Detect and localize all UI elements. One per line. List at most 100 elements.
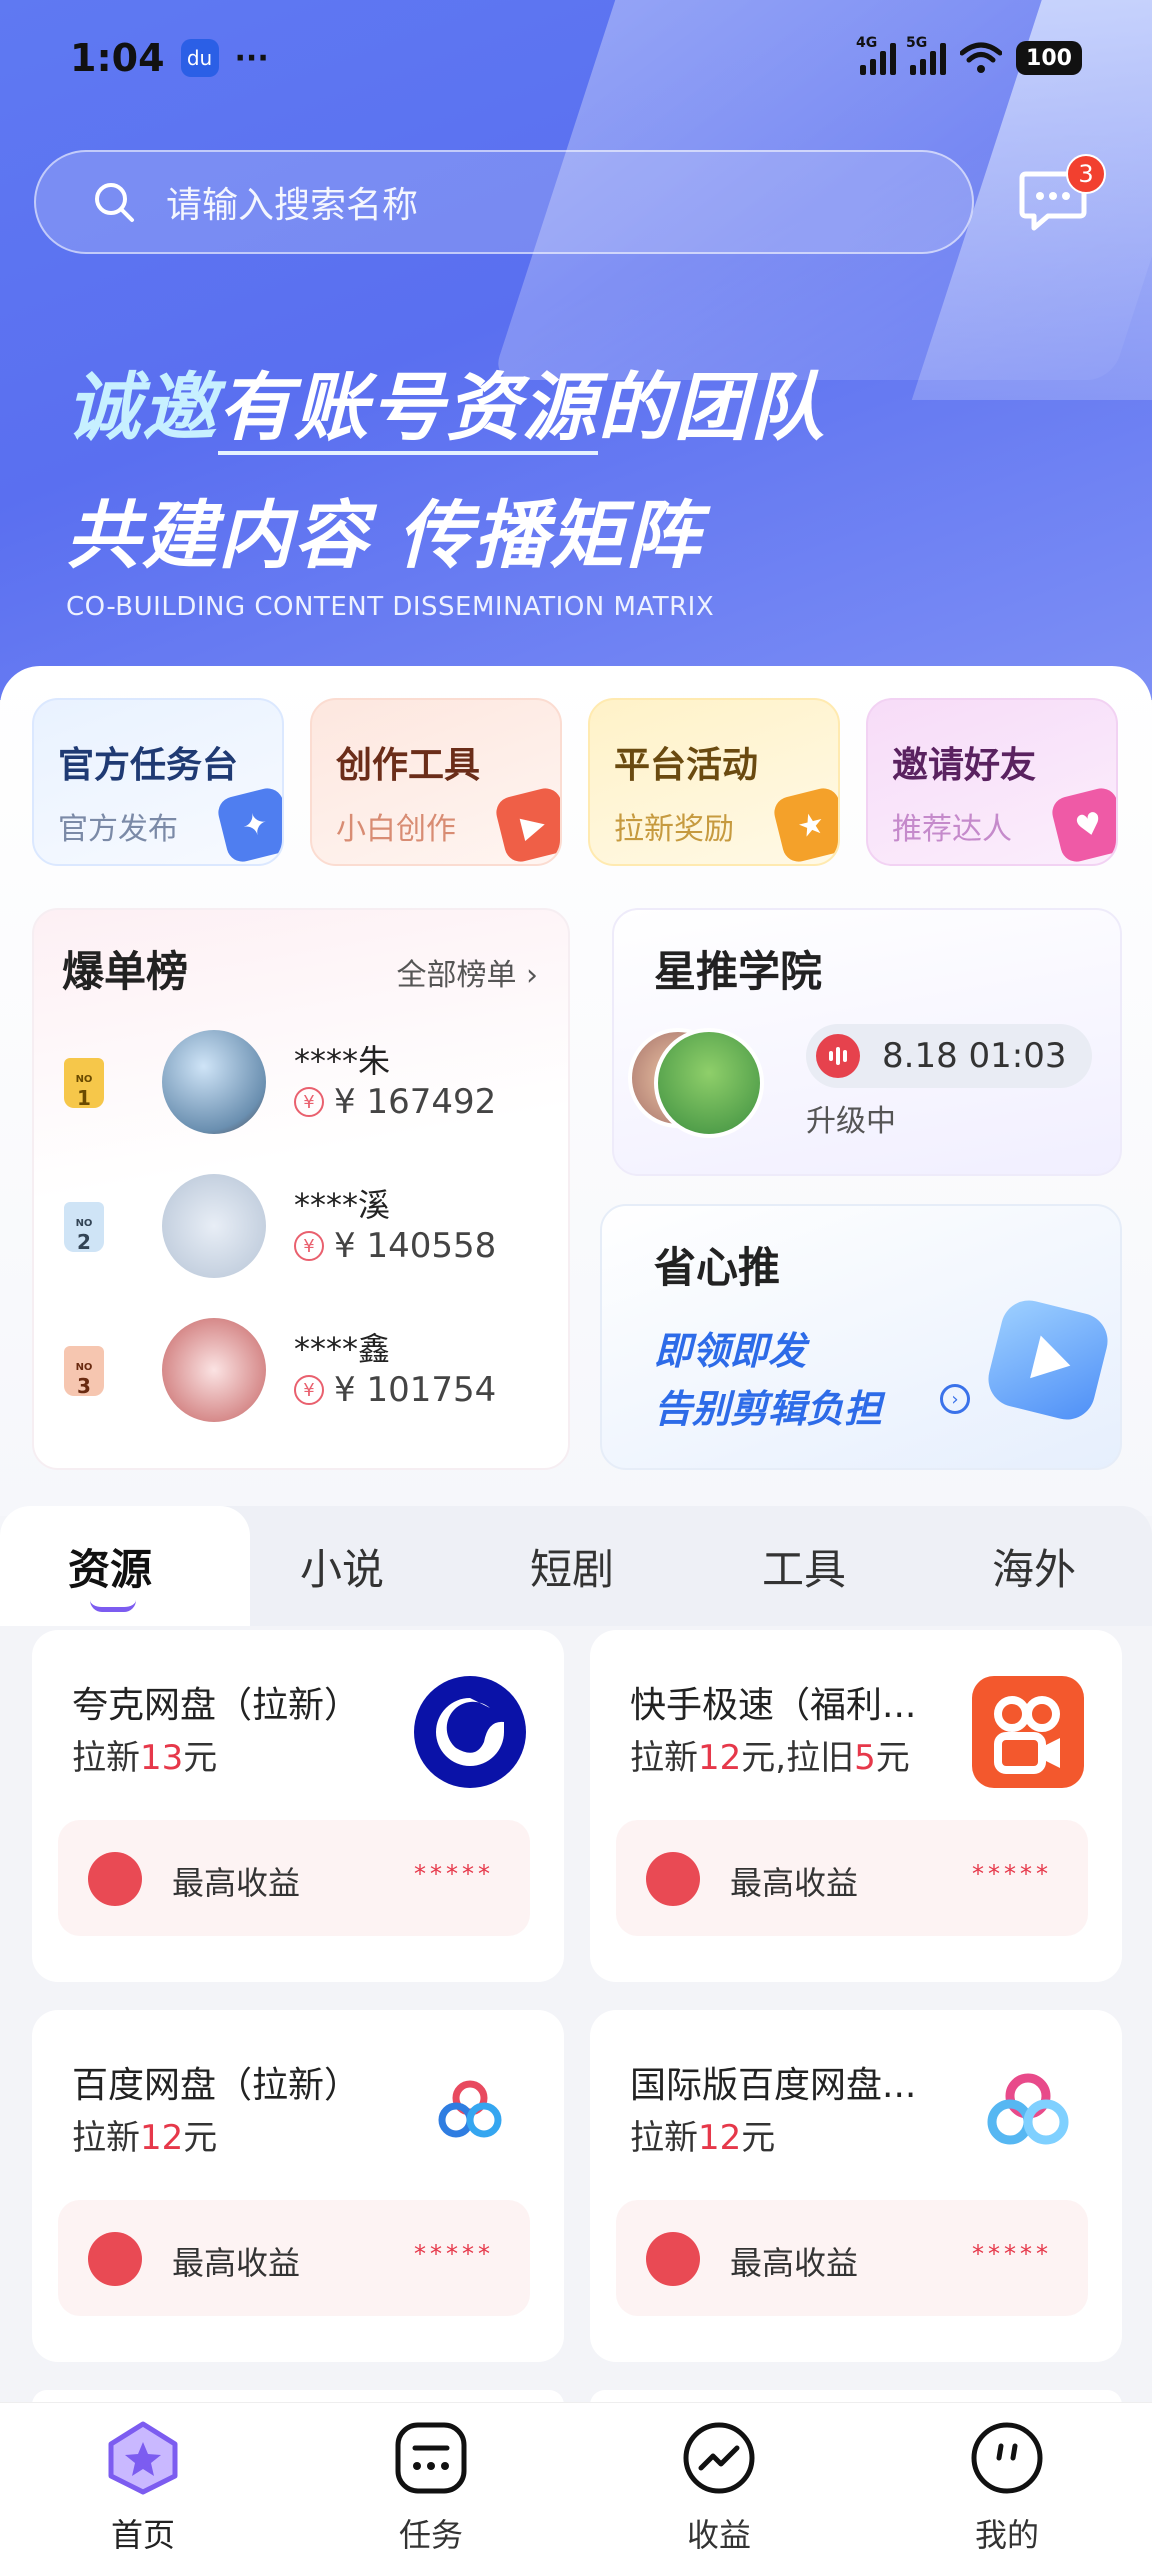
- resource-reward: 拉新13元: [72, 1738, 218, 1778]
- nav-label: 任务: [398, 2516, 463, 2554]
- status-time: 1:04: [70, 36, 165, 80]
- nav-label: 首页: [110, 2516, 175, 2554]
- resource-card-quark[interactable]: 夸克网盘（拉新） 拉新13元 最高收益 *****: [32, 1630, 564, 1982]
- nav-earnings[interactable]: 收益: [644, 2420, 794, 2556]
- ranking-amount: ¥ ¥ 140558: [294, 1226, 496, 1266]
- nav-profile[interactable]: 我的: [932, 2420, 1082, 2556]
- quick-platform-events[interactable]: 平台活动 拉新奖励 ★: [588, 698, 840, 866]
- avatar: [654, 1028, 764, 1138]
- all-rankings-link[interactable]: 全部榜单 ›: [396, 950, 538, 994]
- trend-up-icon: [646, 1852, 700, 1906]
- promo-line2: 告别剪辑负担: [654, 1387, 883, 1431]
- status-bar: 1:04 du ··· 4G 5G 100: [70, 28, 1082, 88]
- star-shape-icon: ★: [770, 784, 838, 864]
- kuaishou-logo-icon: [972, 1676, 1084, 1788]
- home-star-icon: [108, 2421, 178, 2495]
- max-earnings-label: 最高收益: [730, 2244, 859, 2282]
- avatar: [162, 1174, 266, 1278]
- play-icon: [982, 1294, 1114, 1426]
- live-time: 8.18 01:03: [882, 1036, 1067, 1076]
- resource-name: 快手极速（福利...: [630, 1685, 917, 1726]
- resource-card-baidu-pan-intl[interactable]: 国际版百度网盘... 拉新12元 最高收益 *****: [590, 2010, 1122, 2362]
- active-tab-indicator: [90, 1600, 136, 1612]
- tab-short-dramas[interactable]: 短剧: [530, 1536, 614, 1597]
- signal-4g-icon: 4G: [856, 35, 896, 75]
- search-icon: [95, 183, 134, 222]
- sales-ranking-card[interactable]: 爆单榜 全部榜单 › NO 1 ****朱 ¥ ¥ 167492 NO 2 ****溪…: [32, 908, 570, 1470]
- hidden-amount: *****: [414, 1860, 494, 1888]
- resource-card-kuaishou[interactable]: 快手极速（福利... 拉新12元,拉旧5元 最高收益 *****: [590, 1630, 1122, 1982]
- max-earnings-bar: 最高收益 *****: [616, 2200, 1088, 2316]
- tab-overseas[interactable]: 海外: [992, 1536, 1076, 1597]
- trend-up-icon: [88, 1852, 142, 1906]
- promo-line1: 即领即发: [654, 1329, 807, 1373]
- quick-title: 创作工具: [336, 745, 481, 786]
- rank-badge-3: NO 3: [64, 1346, 104, 1396]
- resource-name: 百度网盘（拉新）: [72, 2065, 361, 2106]
- baidu-pan-intl-logo-icon: [987, 2073, 1069, 2145]
- resource-reward: 拉新12元,拉旧5元: [630, 1738, 910, 1778]
- message-button[interactable]: 3: [1018, 154, 1106, 232]
- profile-face-icon: [971, 2422, 1043, 2494]
- banner-slogan-english: CO-BUILDING CONTENT DISSEMINATION MATRIX: [66, 592, 715, 622]
- quark-logo-icon: [414, 1676, 526, 1788]
- quick-title: 邀请好友: [892, 745, 1037, 786]
- resource-reward: 拉新12元: [72, 2118, 218, 2158]
- nav-label: 我的: [974, 2516, 1039, 2554]
- more-dots-icon: ···: [234, 40, 269, 76]
- hidden-amount: *****: [972, 2240, 1052, 2268]
- live-indicator: 8.18 01:03: [806, 1024, 1092, 1088]
- ranking-name: ****鑫: [294, 1330, 391, 1368]
- trend-up-icon: [88, 2232, 142, 2286]
- quick-title: 平台活动: [614, 745, 759, 786]
- ranking-row[interactable]: NO 1 ****朱 ¥ ¥ 167492: [62, 1030, 562, 1140]
- max-earnings-label: 最高收益: [172, 2244, 301, 2282]
- nav-tasks[interactable]: 任务: [356, 2420, 506, 2556]
- avatar: [162, 1030, 266, 1134]
- live-audio-icon: [816, 1034, 860, 1078]
- wifi-icon: [960, 42, 1002, 73]
- heart-shape-icon: ♥: [1048, 784, 1116, 864]
- academy-title: 星推学院: [654, 947, 823, 996]
- battery-icon: 100: [1016, 41, 1082, 75]
- search-bar[interactable]: 请输入搜索名称: [34, 150, 974, 254]
- ranking-amount: ¥ ¥ 167492: [294, 1082, 496, 1122]
- promo-title: 省心推: [654, 1243, 781, 1292]
- search-input[interactable]: 请输入搜索名称: [166, 176, 418, 228]
- arrow-right-circle-icon[interactable]: ›: [940, 1384, 970, 1414]
- tab-resources[interactable]: 资源: [68, 1536, 152, 1597]
- task-chat-icon: [395, 2422, 467, 2494]
- easy-push-card[interactable]: 省心推 即领即发 告别剪辑负担 ›: [600, 1204, 1122, 1470]
- nav-home[interactable]: 首页: [68, 2420, 218, 2556]
- baidu-app-icon: du: [180, 39, 219, 77]
- baidu-pan-logo-icon: [438, 2080, 502, 2138]
- resource-name: 夸克网盘（拉新）: [72, 1685, 361, 1726]
- resource-card-baidu-pan[interactable]: 百度网盘（拉新） 拉新12元 最高收益 *****: [32, 2010, 564, 2362]
- resource-name: 国际版百度网盘...: [630, 2065, 917, 2106]
- tab-tools[interactable]: 工具: [762, 1536, 846, 1597]
- max-earnings-bar: 最高收益 *****: [616, 1820, 1088, 1936]
- chevron-right-icon: ›: [526, 958, 538, 993]
- quick-official-tasks[interactable]: 官方任务台 官方发布 ✦: [32, 698, 284, 866]
- hidden-amount: *****: [972, 1860, 1052, 1888]
- hidden-amount: *****: [414, 2240, 494, 2268]
- ranking-row[interactable]: NO 3 ****鑫 ¥ ¥ 101754: [62, 1318, 562, 1428]
- quick-creation-tools[interactable]: 创作工具 小白创作 ▶: [310, 698, 562, 866]
- quick-invite-friends[interactable]: 邀请好友 推荐达人 ♥: [866, 698, 1118, 866]
- rank-badge-1: NO 1: [64, 1058, 104, 1108]
- message-badge: 3: [1066, 154, 1106, 194]
- ranking-row[interactable]: NO 2 ****溪 ¥ ¥ 140558: [62, 1174, 562, 1284]
- rank-badge-2: NO 2: [64, 1202, 104, 1252]
- banner-slogan-line2: 共建内容 传播矩阵: [66, 493, 702, 579]
- earnings-trend-icon: [683, 2422, 755, 2494]
- nav-label: 收益: [686, 2516, 751, 2554]
- yen-icon: ¥: [294, 1375, 324, 1405]
- academy-status: 升级中: [806, 1104, 896, 1139]
- ranking-name: ****朱: [294, 1042, 391, 1080]
- avatar: [162, 1318, 266, 1422]
- star-academy-card[interactable]: 星推学院 8.18 01:03 升级中: [612, 908, 1122, 1176]
- max-earnings-label: 最高收益: [730, 1864, 859, 1902]
- resource-reward: 拉新12元: [630, 2118, 776, 2158]
- yen-icon: ¥: [294, 1231, 324, 1261]
- tab-novels[interactable]: 小说: [300, 1536, 384, 1597]
